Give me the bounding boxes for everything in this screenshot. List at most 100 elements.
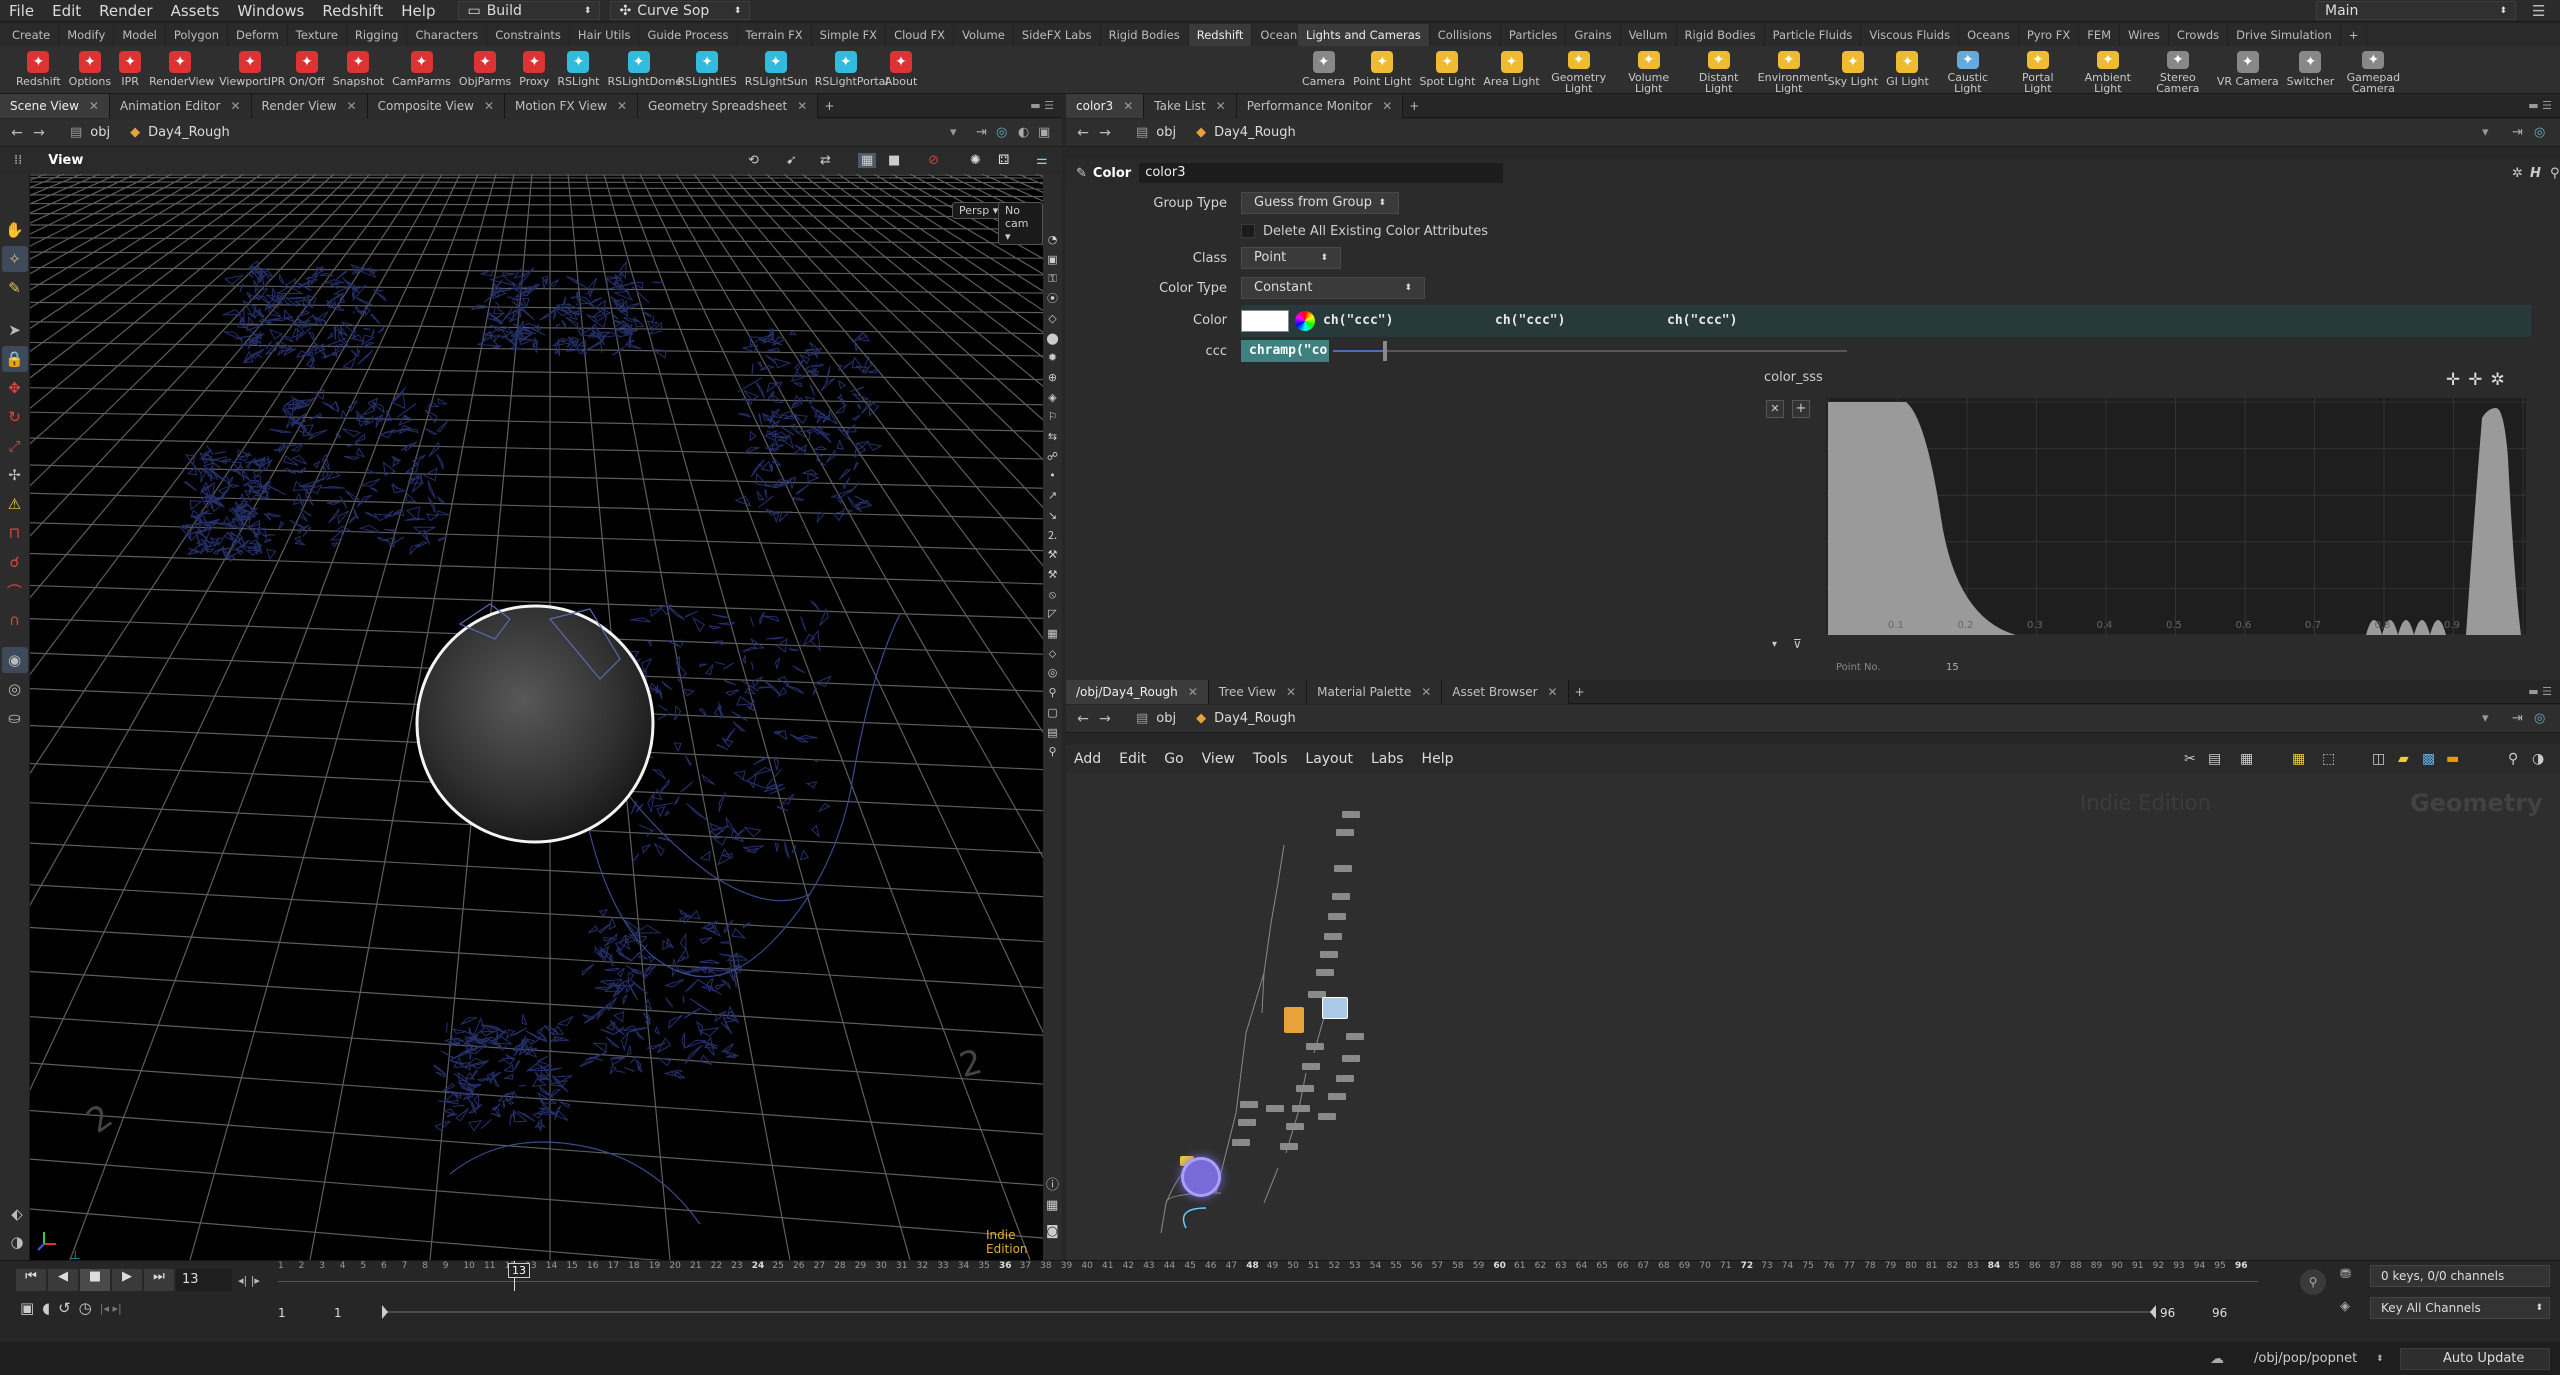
network-node[interactable] (1332, 893, 1350, 900)
close-tab-icon[interactable]: ✕ (89, 99, 99, 113)
jump-end-icon[interactable]: ⏭ (144, 1269, 174, 1291)
rotate-tool-icon[interactable]: ↻ (2, 404, 28, 430)
ccc-slider-track[interactable] (1387, 350, 1847, 352)
shelf-tab[interactable]: Grains (1566, 24, 1621, 46)
clock-icon[interactable]: ◷ (79, 1299, 92, 1317)
grid-layout-icon[interactable]: ▦ (1046, 1198, 1058, 1213)
menu-help[interactable]: Help (392, 0, 444, 22)
breadcrumb-node[interactable]: ◆ Day4_Rough (1186, 125, 1306, 140)
close-tab-icon[interactable]: ✕ (484, 99, 494, 113)
shelf-tool-button[interactable]: ✦ Camera (1302, 48, 1345, 94)
shelf-tool-button[interactable]: ✦ Geometry Light (1548, 48, 1610, 94)
search-icon[interactable]: ⚲ (2508, 751, 2518, 767)
shelf-tab[interactable]: Hair Utils (570, 24, 640, 46)
keys-channels-display[interactable]: 0 keys, 0/0 channels (2370, 1265, 2550, 1287)
shelf-tool-button[interactable]: ✦ RSLightDome (608, 48, 682, 94)
color-b-field[interactable]: ch("ccc") (1659, 310, 1831, 332)
auto-update-button[interactable]: Auto Update (2400, 1347, 2550, 1370)
playback-end-field[interactable]: 96 (2160, 1306, 2175, 1320)
shelf-tool-button[interactable]: ✦ Sky Light (1828, 48, 1878, 94)
desktop-selector[interactable]: ▭ Build ⬍ (458, 1, 601, 20)
collapse-icon[interactable]: ▾ (1772, 639, 1777, 650)
magnet-icon[interactable]: ∩ (2, 607, 28, 633)
network-editor[interactable]: Indie Edition Geometry (1066, 773, 2560, 1260)
link-icon[interactable]: ◎ (2534, 125, 2545, 140)
gear-icon[interactable]: ✲ (2512, 166, 2523, 181)
chat-icon[interactable]: ☁ (2210, 1351, 2224, 1367)
shelf-tab[interactable]: Characters (407, 24, 488, 46)
note-icon[interactable]: ▰ (2398, 751, 2409, 767)
breadcrumb-obj[interactable]: ▤ obj (1126, 711, 1186, 726)
shelf-tool-button[interactable]: ✦ RSLightSun (745, 48, 808, 94)
shelf-tool-button[interactable]: ✦ Proxy (519, 48, 549, 94)
pane-tab[interactable]: Asset Browser ✕ (1442, 679, 1569, 704)
menu-render[interactable]: Render (90, 0, 161, 22)
menu-redshift[interactable]: Redshift (313, 0, 392, 22)
network-menu-item[interactable]: Go (1164, 751, 1183, 767)
snapshot-icon[interactable]: ⚃ (998, 153, 1009, 168)
pin-icon[interactable]: ⇥ (2512, 711, 2523, 726)
network-node[interactable] (1240, 1101, 1258, 1108)
breadcrumb-node[interactable]: ◆ Day4_Rough (1186, 711, 1306, 726)
add-tab-icon[interactable]: + (1409, 99, 1419, 113)
global-end-field[interactable]: 96 (2212, 1306, 2227, 1320)
network-menu-item[interactable]: View (1202, 751, 1235, 767)
network-node[interactable] (1342, 811, 1360, 818)
info-icon[interactable]: ⓘ (1046, 1174, 1059, 1193)
group-type-dropdown[interactable]: Guess from Group ⬍ (1241, 192, 1399, 214)
path-dropdown-icon[interactable]: ▾ (2482, 711, 2489, 726)
display-toggles[interactable]: ◔ ▣ ⚿ ⦿ ◇ ⬤ ✹ ⊕ ◈ ⚐ ⇆ ☍ • ↗ ↘ ⒉ ⚒ ⚒ ⦸ ◸ ▦ ⬦ ◎ ⚲ ▢ ▤ ⚲ (1043, 174, 1062, 762)
shelf-tool-button[interactable]: ✦ Volume Light (1618, 48, 1680, 94)
shelf-tool-button[interactable]: ✦ Area Light (1483, 48, 1540, 94)
pane-tab[interactable]: Material Palette ✕ (1307, 679, 1443, 704)
network-node[interactable] (1342, 1055, 1360, 1062)
camera-menu[interactable]: No cam ▾ (998, 202, 1043, 245)
shelf-tool-button[interactable]: ✦ VR Camera (2217, 48, 2279, 94)
shelf-tab[interactable]: Deform (228, 24, 288, 46)
shelf-tab[interactable]: Wires (2120, 24, 2169, 46)
network-node[interactable] (1280, 1143, 1298, 1150)
menu-edit[interactable]: Edit (43, 0, 90, 22)
pane-tab[interactable]: Render View ✕ (251, 93, 368, 118)
range-slider[interactable] (384, 1311, 2154, 1313)
shelf-tool-button[interactable]: ✦ Caustic Light (1937, 48, 1999, 94)
key-all-channels-button[interactable]: Key All Channels ⬍ (2370, 1297, 2550, 1319)
network-node[interactable] (1232, 1139, 1250, 1146)
playback-start-field[interactable]: 1 (334, 1306, 342, 1320)
pin-icon[interactable]: ⇥ (2512, 125, 2523, 140)
shelf-tab[interactable]: Particles (1501, 24, 1567, 46)
range-end-handle[interactable] (2150, 1305, 2156, 1319)
stop-icon[interactable]: ■ (80, 1269, 110, 1291)
close-tab-icon[interactable]: ✕ (1188, 685, 1198, 699)
swap-icon[interactable]: ⇄ (820, 153, 831, 168)
key-step-icons[interactable]: |◂ ▸| (100, 1302, 122, 1315)
shelf-tool-button[interactable]: ✦ RSLightIES (678, 48, 737, 94)
forward-arrow-icon[interactable]: → (28, 122, 50, 144)
sticky-icon[interactable]: ▬ (2446, 751, 2459, 767)
search-icon[interactable]: ⚲ (2550, 166, 2560, 181)
add-tab-icon[interactable]: + (824, 99, 834, 113)
shelf-tool-button[interactable]: ✦ Switcher (2287, 48, 2334, 94)
node-name-field[interactable]: color3 (1139, 163, 1504, 183)
pane-menu-icon[interactable]: ▬ ☰ (1030, 99, 1054, 112)
shelf-tab[interactable]: Rigid Bodies (1101, 24, 1189, 46)
grid-view-icon[interactable]: ▦ (2292, 751, 2305, 767)
snap-curve-icon[interactable]: ☌ (2, 549, 28, 575)
sphere-object[interactable] (415, 604, 655, 844)
close-tab-icon[interactable]: ✕ (1382, 99, 1392, 113)
close-tab-icon[interactable]: ✕ (1421, 685, 1431, 699)
play-forward-icon[interactable]: ▶ (112, 1269, 142, 1291)
pane-menu-icon[interactable]: ▬ ☰ (2528, 99, 2552, 112)
no-icon[interactable]: ⊘ (928, 153, 939, 168)
pane-tab[interactable]: Geometry Spreadsheet ✕ (638, 93, 819, 118)
network-node[interactable] (1324, 933, 1342, 940)
close-tab-icon[interactable]: ✕ (1548, 685, 1558, 699)
gear-icon[interactable]: ✲ (2491, 370, 2505, 390)
menu-assets[interactable]: Assets (162, 0, 229, 22)
snap-point-icon[interactable]: ⌒ (2, 578, 28, 604)
tools-icon[interactable]: ✂ (2184, 751, 2196, 767)
shelf-tool-button[interactable]: ✦ Snapshot (333, 48, 384, 94)
network-menu-item[interactable]: Labs (1371, 751, 1404, 767)
ccc-field[interactable]: chramp("co (1241, 340, 1329, 362)
shelf-tab[interactable]: Terrain FX (738, 24, 812, 46)
